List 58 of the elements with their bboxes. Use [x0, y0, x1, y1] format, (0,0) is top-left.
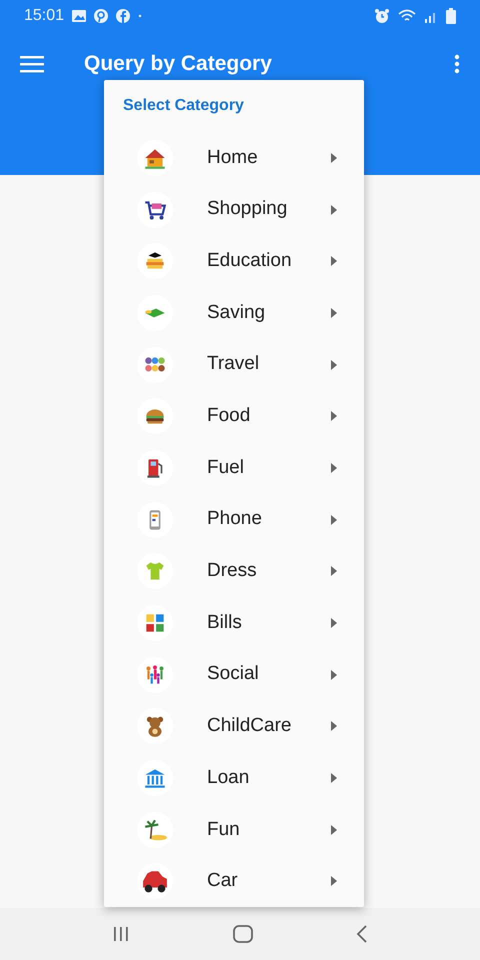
- submenu-arrow-icon: [331, 308, 337, 318]
- wifi-icon: [398, 9, 416, 23]
- submenu-arrow-icon: [331, 462, 337, 473]
- category-label: Fun: [207, 818, 240, 842]
- menu-title: Select Category: [123, 96, 244, 116]
- category-label: Social: [207, 662, 259, 686]
- category-label: Education: [207, 248, 292, 273]
- submenu-arrow-icon: [331, 824, 337, 835]
- status-time: 15:01: [24, 6, 64, 26]
- category-item[interactable]: Loan: [104, 752, 364, 804]
- category-label: Phone: [207, 507, 262, 532]
- category-label: Home: [207, 146, 258, 170]
- submenu-arrow-icon: [331, 618, 337, 628]
- submenu-arrow-icon: [331, 411, 337, 422]
- alarm-icon: [374, 8, 390, 24]
- menu-icon[interactable]: [20, 54, 44, 72]
- category-item[interactable]: Fuel: [104, 442, 364, 494]
- category-item[interactable]: Shopping: [104, 184, 364, 236]
- category-label: Food: [207, 404, 250, 428]
- submenu-arrow-icon: [331, 256, 337, 266]
- screen-title: Query by Category: [84, 50, 272, 77]
- submenu-arrow-icon: [331, 566, 337, 576]
- battery-icon: [446, 8, 456, 24]
- category-label: Travel: [207, 352, 260, 376]
- category-item[interactable]: Saving: [104, 287, 364, 339]
- category-item[interactable]: Car: [104, 856, 364, 908]
- category-item[interactable]: Social: [104, 648, 364, 701]
- category-item[interactable]: Dress: [104, 546, 364, 598]
- category-item[interactable]: Education: [104, 235, 364, 288]
- recent-apps-icon[interactable]: [112, 926, 130, 942]
- category-label: ChildCare: [207, 714, 292, 738]
- submenu-arrow-icon: [331, 773, 337, 784]
- category-item[interactable]: Bills: [104, 597, 364, 649]
- category-item[interactable]: Phone: [104, 494, 364, 546]
- category-item[interactable]: Travel: [104, 338, 364, 390]
- submenu-arrow-icon: [331, 670, 337, 680]
- facebook-icon: [116, 9, 130, 23]
- category-item[interactable]: Food: [104, 390, 364, 442]
- submenu-arrow-icon: [331, 360, 337, 370]
- category-label: Saving: [207, 300, 266, 325]
- category-label: Loan: [207, 766, 250, 790]
- category-item[interactable]: ChildCare: [104, 700, 364, 752]
- category-label: Bills: [207, 610, 242, 635]
- category-item[interactable]: Home: [104, 132, 364, 184]
- category-label: Car: [207, 869, 238, 894]
- gallery-icon: [72, 10, 86, 22]
- category-item[interactable]: Fun: [104, 804, 364, 856]
- category-label: Dress: [207, 559, 257, 584]
- submenu-arrow-icon: [331, 152, 337, 163]
- more-options-icon[interactable]: [454, 54, 460, 74]
- submenu-arrow-icon: [331, 204, 337, 215]
- category-label: Fuel: [207, 456, 244, 480]
- back-icon[interactable]: [356, 925, 368, 943]
- submenu-arrow-icon: [331, 721, 337, 732]
- submenu-arrow-icon: [331, 876, 337, 886]
- category-label: Shopping: [207, 197, 288, 222]
- home-icon[interactable]: [232, 925, 253, 943]
- submenu-arrow-icon: [331, 514, 337, 525]
